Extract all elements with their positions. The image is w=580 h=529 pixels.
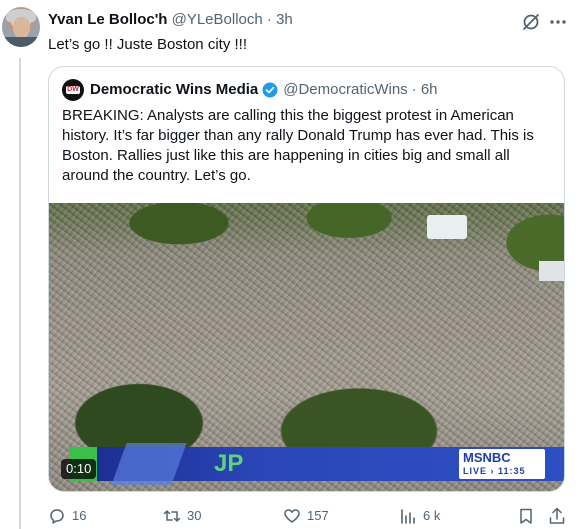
quote-time[interactable]: · 6h bbox=[412, 80, 438, 100]
quote-author-name[interactable]: Democratic Wins Media bbox=[90, 80, 258, 100]
quote-text: BREAKING: Analysts are calling this the … bbox=[62, 107, 534, 184]
author-handle[interactable]: @YLeBolloch bbox=[172, 11, 263, 28]
bookmark-icon bbox=[520, 508, 532, 524]
live-indicator: LIVE › 11:35 bbox=[463, 466, 526, 476]
tweet-time[interactable]: · 3h bbox=[267, 11, 293, 28]
retweet-count: 30 bbox=[187, 508, 202, 523]
retweet-icon bbox=[163, 510, 181, 522]
chyron-text: JP bbox=[214, 450, 244, 477]
grok-icon[interactable] bbox=[521, 12, 541, 32]
reply-icon bbox=[50, 509, 64, 524]
action-bar: 16 30 157 6 k bbox=[48, 505, 568, 527]
quote-author-handle[interactable]: @DemocraticWins bbox=[283, 80, 407, 100]
author-name[interactable]: Yvan Le Bolloc'h bbox=[48, 11, 167, 28]
quoted-tweet[interactable]: DW Democratic Wins Media @DemocraticWins… bbox=[48, 66, 565, 492]
more-icon[interactable] bbox=[548, 12, 568, 32]
avatar-shirt bbox=[2, 37, 40, 47]
chyron-slash bbox=[111, 443, 187, 485]
video-duration: 0:10 bbox=[61, 459, 97, 479]
bookmark-button[interactable] bbox=[517, 505, 541, 527]
share-icon bbox=[549, 507, 565, 524]
network-logo: MSNBC LIVE › 11:35 bbox=[459, 449, 545, 479]
like-icon bbox=[284, 509, 300, 523]
quote-avatar[interactable]: DW bbox=[62, 79, 84, 101]
quote-header: DW Democratic Wins Media @DemocraticWins… bbox=[62, 79, 438, 101]
verified-badge-icon bbox=[262, 82, 278, 98]
quote-avatar-text: DW bbox=[66, 86, 80, 94]
like-count: 157 bbox=[307, 508, 329, 523]
video-player[interactable]: JP MSNBC LIVE › 11:35 0:10 bbox=[49, 203, 564, 491]
tweet-header: Yvan Le Bolloc'h @YLeBolloch · 3h bbox=[48, 11, 293, 29]
reply-button[interactable]: 16 bbox=[48, 505, 86, 527]
share-button[interactable] bbox=[548, 505, 572, 527]
views-button[interactable]: 6 k bbox=[399, 505, 440, 527]
avatar-face bbox=[13, 17, 30, 38]
reply-count: 16 bbox=[72, 508, 87, 523]
network-logo-text: MSNBC bbox=[463, 450, 511, 465]
retweet-button[interactable]: 30 bbox=[163, 505, 201, 527]
video-tent bbox=[427, 215, 467, 239]
views-icon bbox=[401, 509, 415, 524]
thread-line bbox=[19, 58, 21, 529]
author-avatar[interactable] bbox=[2, 7, 40, 47]
video-tent-2 bbox=[539, 261, 564, 281]
views-count: 6 k bbox=[423, 508, 441, 523]
like-button[interactable]: 157 bbox=[283, 505, 329, 527]
tweet-text: Let’s go !! Juste Boston city !!! bbox=[48, 36, 247, 53]
